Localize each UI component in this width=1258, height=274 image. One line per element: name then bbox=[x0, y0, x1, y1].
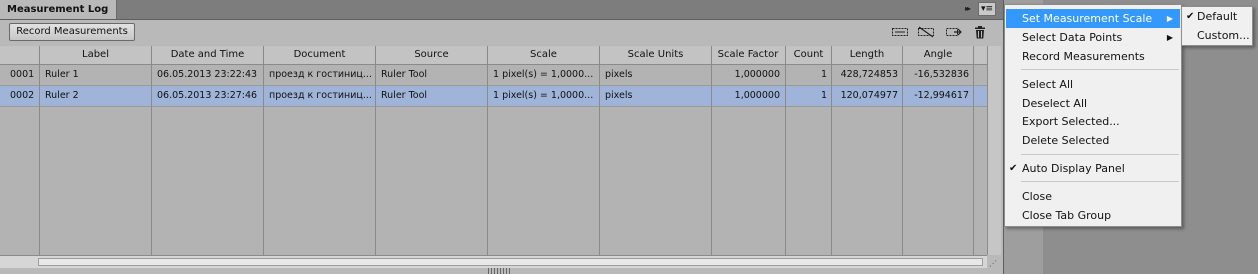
trash-icon[interactable] bbox=[972, 25, 988, 39]
menu-item-deselect-all[interactable]: Deselect All bbox=[1006, 94, 1180, 113]
column-divider bbox=[39, 46, 40, 255]
row-length: 120,074977 bbox=[840, 90, 898, 101]
resize-grip-icon[interactable]: ⋰ bbox=[989, 259, 999, 269]
row-angle: -12,994617 bbox=[914, 90, 969, 101]
deselect-icon[interactable] bbox=[918, 25, 934, 39]
menu-item-delete-selected[interactable]: Delete Selected bbox=[1006, 131, 1180, 150]
menu-item-select-all[interactable]: Select All bbox=[1006, 75, 1180, 94]
submenu-arrow-icon: ▶ bbox=[1166, 14, 1173, 23]
select-data-points-icon[interactable] bbox=[892, 25, 908, 39]
row-document: проезд к гостиниц... bbox=[269, 90, 372, 101]
row-count: 1 bbox=[820, 69, 827, 80]
menu-item-select-data-points[interactable]: Select Data Points ▶ bbox=[1006, 28, 1180, 47]
row-date-time: 06.05.2013 23:27:46 bbox=[157, 90, 258, 101]
column-header-date-time[interactable]: Date and Time bbox=[152, 46, 263, 64]
row-scale-factor: 1,000000 bbox=[734, 69, 780, 80]
row-document: проезд к гостиниц... bbox=[269, 69, 372, 80]
table-row-selected[interactable]: 0002 Ruler 2 06.05.2013 23:27:46 проезд … bbox=[0, 86, 987, 107]
table-header: Label Date and Time Document Source Scal… bbox=[0, 46, 987, 65]
menu-item-label: Set Measurement Scale bbox=[1022, 12, 1153, 25]
collapse-panel-icon[interactable]: ▸▸ bbox=[960, 2, 974, 16]
row-label: Ruler 2 bbox=[45, 90, 79, 101]
column-header-length[interactable]: Length bbox=[832, 46, 902, 64]
horizontal-scrollbar[interactable] bbox=[0, 255, 987, 268]
row-scale-units: pixels bbox=[605, 90, 633, 101]
column-header-label[interactable]: Label bbox=[40, 46, 151, 64]
row-angle: -16,532836 bbox=[914, 69, 969, 80]
row-source: Ruler Tool bbox=[381, 69, 428, 80]
checkmark-icon: ✔ bbox=[1009, 163, 1018, 174]
row-scale-factor: 1,000000 bbox=[734, 90, 780, 101]
menu-item-export-selected[interactable]: Export Selected... bbox=[1006, 112, 1180, 131]
horizontal-scroll-thumb[interactable] bbox=[38, 258, 983, 266]
row-label: Ruler 1 bbox=[45, 69, 79, 80]
column-header-source[interactable]: Source bbox=[376, 46, 487, 64]
submenu-item-default[interactable]: ✔ Default bbox=[1183, 8, 1251, 26]
row-id: 0001 bbox=[10, 69, 35, 80]
record-measurements-button[interactable]: Record Measurements bbox=[9, 23, 135, 41]
row-count: 1 bbox=[820, 90, 827, 101]
measurement-scale-submenu: ✔ Default Custom... bbox=[1181, 6, 1253, 46]
menu-item-set-measurement-scale[interactable]: Set Measurement Scale ▶ bbox=[1006, 9, 1180, 28]
column-divider bbox=[902, 46, 903, 255]
submenu-arrow-icon: ▶ bbox=[1166, 33, 1173, 42]
row-length: 428,724853 bbox=[840, 69, 898, 80]
row-scale-units: pixels bbox=[605, 69, 633, 80]
menu-separator bbox=[1021, 181, 1179, 182]
measurement-log-panel: Measurement Log ▸▸ ▾≡ Record Measurement… bbox=[0, 0, 1003, 274]
export-icon[interactable] bbox=[946, 25, 962, 39]
menu-item-record-measurements[interactable]: Record Measurements bbox=[1006, 47, 1180, 66]
row-scale: 1 pixel(s) = 1,0000... bbox=[493, 69, 594, 80]
row-scale: 1 pixel(s) = 1,0000... bbox=[493, 90, 594, 101]
panel-menu-button[interactable]: ▾≡ bbox=[978, 2, 996, 16]
vertical-scrollbar[interactable] bbox=[987, 46, 1001, 255]
menu-separator bbox=[1021, 154, 1179, 155]
column-header-id[interactable] bbox=[0, 46, 39, 64]
submenu-item-label: Default bbox=[1197, 10, 1238, 23]
menu-separator bbox=[1021, 69, 1179, 70]
column-divider bbox=[375, 46, 376, 255]
checkmark-icon: ✔ bbox=[1186, 11, 1195, 22]
menu-item-close-tab-group[interactable]: Close Tab Group bbox=[1006, 206, 1180, 225]
column-header-count[interactable]: Count bbox=[786, 46, 831, 64]
column-divider bbox=[831, 46, 832, 255]
column-divider bbox=[785, 46, 786, 255]
column-header-scale[interactable]: Scale bbox=[488, 46, 599, 64]
column-header-angle[interactable]: Angle bbox=[903, 46, 973, 64]
submenu-item-custom[interactable]: Custom... bbox=[1183, 27, 1251, 45]
panel-tab-bar: Measurement Log ▸▸ ▾≡ bbox=[0, 0, 1003, 20]
column-header-scale-factor[interactable]: Scale Factor bbox=[712, 46, 784, 64]
column-divider bbox=[151, 46, 152, 255]
column-divider bbox=[711, 46, 712, 255]
column-divider bbox=[973, 46, 974, 255]
panel-flyout-menu: Set Measurement Scale ▶ Select Data Poin… bbox=[1004, 4, 1182, 227]
menu-item-label: Select Data Points bbox=[1022, 31, 1123, 44]
menu-item-auto-display-panel[interactable]: ✔ Auto Display Panel bbox=[1006, 159, 1180, 178]
column-divider bbox=[263, 46, 264, 255]
column-divider bbox=[487, 46, 488, 255]
column-divider bbox=[599, 46, 600, 255]
measurement-table: Label Date and Time Document Source Scal… bbox=[0, 46, 987, 255]
menu-item-close[interactable]: Close bbox=[1006, 187, 1180, 206]
column-header-scale-units[interactable]: Scale Units bbox=[600, 46, 711, 64]
menu-item-label: Auto Display Panel bbox=[1022, 162, 1125, 175]
row-source: Ruler Tool bbox=[381, 90, 428, 101]
row-date-time: 06.05.2013 23:22:43 bbox=[157, 69, 258, 80]
tab-measurement-log[interactable]: Measurement Log bbox=[0, 0, 118, 19]
table-row[interactable]: 0001 Ruler 1 06.05.2013 23:22:43 проезд … bbox=[0, 65, 987, 86]
column-header-document[interactable]: Document bbox=[264, 46, 375, 64]
panel-resize-handle[interactable] bbox=[488, 268, 512, 274]
row-id: 0002 bbox=[10, 90, 35, 101]
